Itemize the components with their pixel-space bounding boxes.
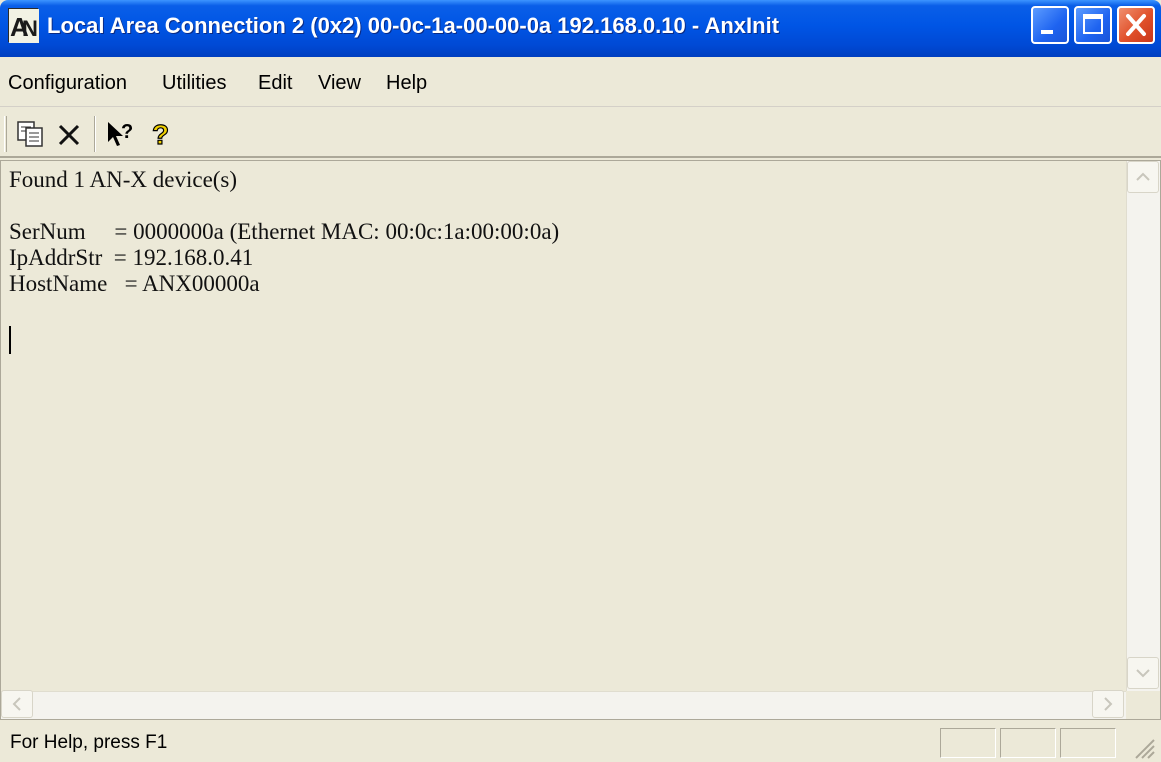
toolbar-grip[interactable]	[4, 116, 7, 152]
scroll-right-button[interactable]	[1092, 690, 1124, 718]
chevron-left-icon	[12, 697, 21, 711]
copy-icon	[17, 121, 43, 147]
close-icon	[1126, 14, 1146, 36]
output-line: SerNum = 0000000a (Ethernet MAC: 00:0c:1…	[9, 219, 560, 244]
anx-app-icon: A N	[8, 8, 39, 43]
close-button[interactable]	[1117, 6, 1155, 44]
output-view[interactable]: Found 1 AN-X device(s) SerNum = 0000000a…	[0, 160, 1161, 720]
scroll-left-button[interactable]	[1, 690, 33, 718]
svg-text:N: N	[22, 16, 38, 41]
chevron-right-icon	[1104, 697, 1113, 711]
output-line: HostName = ANX00000a	[9, 271, 260, 296]
menu-edit[interactable]: Edit	[258, 72, 292, 95]
menu-utilities[interactable]: Utilities	[162, 72, 226, 95]
scroll-up-button[interactable]	[1127, 161, 1159, 193]
window-title: Local Area Connection 2 (0x2) 00-0c-1a-0…	[47, 13, 780, 38]
context-help-icon: ?	[108, 121, 133, 146]
menu-help[interactable]: Help	[386, 72, 427, 95]
toolbar-separator	[94, 116, 96, 152]
menu-configuration[interactable]: Configuration	[8, 72, 127, 95]
about-help-icon: ?	[151, 118, 169, 150]
vertical-scrollbar[interactable]	[1126, 161, 1160, 691]
svg-text:?: ?	[121, 121, 133, 143]
output-line: IpAddrStr = 192.168.0.41	[9, 245, 254, 270]
delete-button[interactable]	[52, 118, 86, 150]
toolbar: ? ?	[0, 108, 1161, 158]
output-line: Found 1 AN-X device(s)	[9, 167, 238, 192]
about-help-button[interactable]: ?	[144, 118, 178, 150]
menu-view[interactable]: View	[318, 72, 361, 95]
menu-bar: Configuration Utilities Edit View Help	[0, 57, 1161, 107]
scroll-down-button[interactable]	[1127, 657, 1159, 689]
minimize-button[interactable]	[1031, 6, 1069, 44]
title-bar[interactable]: A N Local Area Connection 2 (0x2) 00-0c-…	[0, 0, 1161, 57]
output-text[interactable]: Found 1 AN-X device(s) SerNum = 0000000a…	[9, 161, 1124, 691]
chevron-up-icon	[1136, 172, 1150, 181]
maximize-button[interactable]	[1074, 6, 1112, 44]
status-bar: For Help, press F1	[0, 722, 1161, 762]
status-pane	[1060, 728, 1116, 758]
status-text: For Help, press F1	[10, 732, 168, 753]
context-help-button[interactable]: ?	[104, 118, 138, 150]
horizontal-scrollbar[interactable]	[1, 690, 1126, 719]
status-pane	[940, 728, 996, 758]
minimize-icon	[1041, 30, 1053, 34]
copy-button[interactable]	[14, 118, 48, 150]
text-caret	[9, 326, 11, 354]
maximize-icon	[1083, 14, 1103, 34]
resize-grip-icon[interactable]	[1128, 732, 1156, 760]
delete-icon	[58, 124, 80, 146]
scrollbar-corner	[1126, 691, 1160, 719]
svg-text:?: ?	[152, 119, 169, 150]
chevron-down-icon	[1136, 669, 1150, 678]
status-pane	[1000, 728, 1056, 758]
